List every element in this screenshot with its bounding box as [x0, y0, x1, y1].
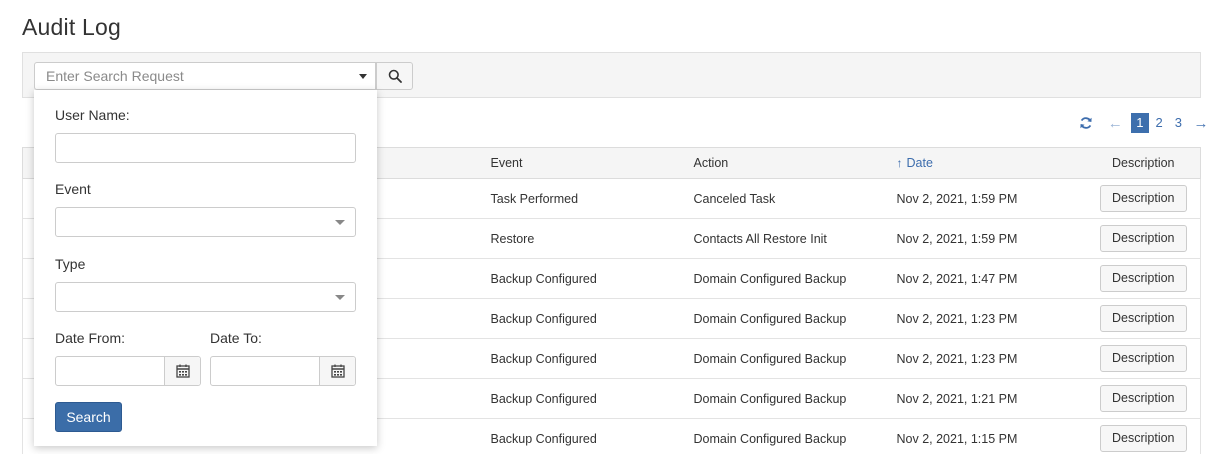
description-cell: Description: [1086, 258, 1201, 299]
description-button[interactable]: Description: [1099, 185, 1187, 212]
action-cell: Domain Configured Backup: [680, 338, 884, 379]
event-cell: Backup Configured: [477, 378, 681, 419]
description-button[interactable]: Description: [1099, 385, 1187, 412]
search-combobox[interactable]: [34, 62, 376, 90]
refresh-icon[interactable]: [1077, 114, 1095, 132]
date-cell: Nov 2, 2021, 1:47 PM: [883, 258, 1087, 299]
user-name-field[interactable]: [55, 133, 356, 163]
search-icon: [388, 69, 402, 83]
column-header-description: Description: [1086, 147, 1201, 179]
date-cell: Nov 2, 2021, 1:15 PM: [883, 418, 1087, 454]
event-cell: Backup Configured: [477, 338, 681, 379]
description-cell: Description: [1086, 178, 1201, 219]
caret-down-icon: [335, 220, 345, 225]
event-cell: Backup Configured: [477, 258, 681, 299]
column-header-event[interactable]: Event: [477, 147, 681, 179]
date-to-label: Date To:: [210, 330, 262, 346]
date-from-label: Date From:: [55, 330, 126, 346]
search-filter-panel: User Name: Event Type Date From: Date To…: [34, 90, 377, 446]
date-cell: Nov 2, 2021, 1:23 PM: [883, 298, 1087, 339]
column-header-date[interactable]: ↑ Date: [883, 147, 1087, 179]
event-cell: Task Performed: [477, 178, 681, 219]
description-cell: Description: [1086, 418, 1201, 454]
filter-search-button[interactable]: Search: [55, 402, 122, 432]
date-to-calendar-button[interactable]: [319, 357, 355, 385]
event-cell: Backup Configured: [477, 418, 681, 454]
type-select[interactable]: [55, 282, 356, 312]
description-button[interactable]: Description: [1099, 305, 1187, 332]
type-label: Type: [55, 256, 86, 272]
action-cell: Domain Configured Backup: [680, 418, 884, 454]
sort-ascending-icon: ↑: [896, 156, 903, 170]
search-button[interactable]: [376, 62, 413, 90]
description-button[interactable]: Description: [1099, 425, 1187, 452]
date-cell: Nov 2, 2021, 1:59 PM: [883, 218, 1087, 259]
pagination-next-arrow[interactable]: →: [1193, 115, 1209, 132]
date-cell: Nov 2, 2021, 1:59 PM: [883, 178, 1087, 219]
description-button[interactable]: Description: [1099, 265, 1187, 292]
description-cell: Description: [1086, 298, 1201, 339]
description-cell: Description: [1086, 218, 1201, 259]
calendar-icon: [330, 364, 345, 378]
column-header-action[interactable]: Action: [680, 147, 884, 179]
page-title: Audit Log: [22, 14, 121, 40]
date-cell: Nov 2, 2021, 1:21 PM: [883, 378, 1087, 419]
description-button[interactable]: Description: [1099, 225, 1187, 252]
column-header-date-label: Date: [906, 156, 933, 170]
description-cell: Description: [1086, 378, 1201, 419]
page-1-link[interactable]: 1: [1131, 113, 1149, 133]
user-name-label: User Name:: [55, 107, 130, 123]
description-cell: Description: [1086, 338, 1201, 379]
caret-down-icon[interactable]: [359, 74, 367, 79]
page-2-link[interactable]: 2: [1151, 113, 1168, 133]
action-cell: Domain Configured Backup: [680, 298, 884, 339]
action-cell: Canceled Task: [680, 178, 884, 219]
event-select[interactable]: [55, 207, 356, 237]
action-cell: Domain Configured Backup: [680, 378, 884, 419]
action-cell: Contacts All Restore Init: [680, 218, 884, 259]
event-cell: Restore: [477, 218, 681, 259]
date-to-field[interactable]: [210, 356, 356, 386]
description-button[interactable]: Description: [1099, 345, 1187, 372]
action-cell: Domain Configured Backup: [680, 258, 884, 299]
date-from-field[interactable]: [55, 356, 201, 386]
event-cell: Backup Configured: [477, 298, 681, 339]
page-3-link[interactable]: 3: [1170, 113, 1187, 133]
event-label: Event: [55, 181, 91, 197]
caret-down-icon: [335, 295, 345, 300]
calendar-icon: [175, 364, 190, 378]
date-from-calendar-button[interactable]: [164, 357, 200, 385]
date-cell: Nov 2, 2021, 1:23 PM: [883, 338, 1087, 379]
table-toolbar: ← 1 2 3 →: [1077, 112, 1209, 134]
pagination-prev-arrow[interactable]: ←: [1107, 115, 1123, 132]
search-input[interactable]: [35, 63, 375, 89]
